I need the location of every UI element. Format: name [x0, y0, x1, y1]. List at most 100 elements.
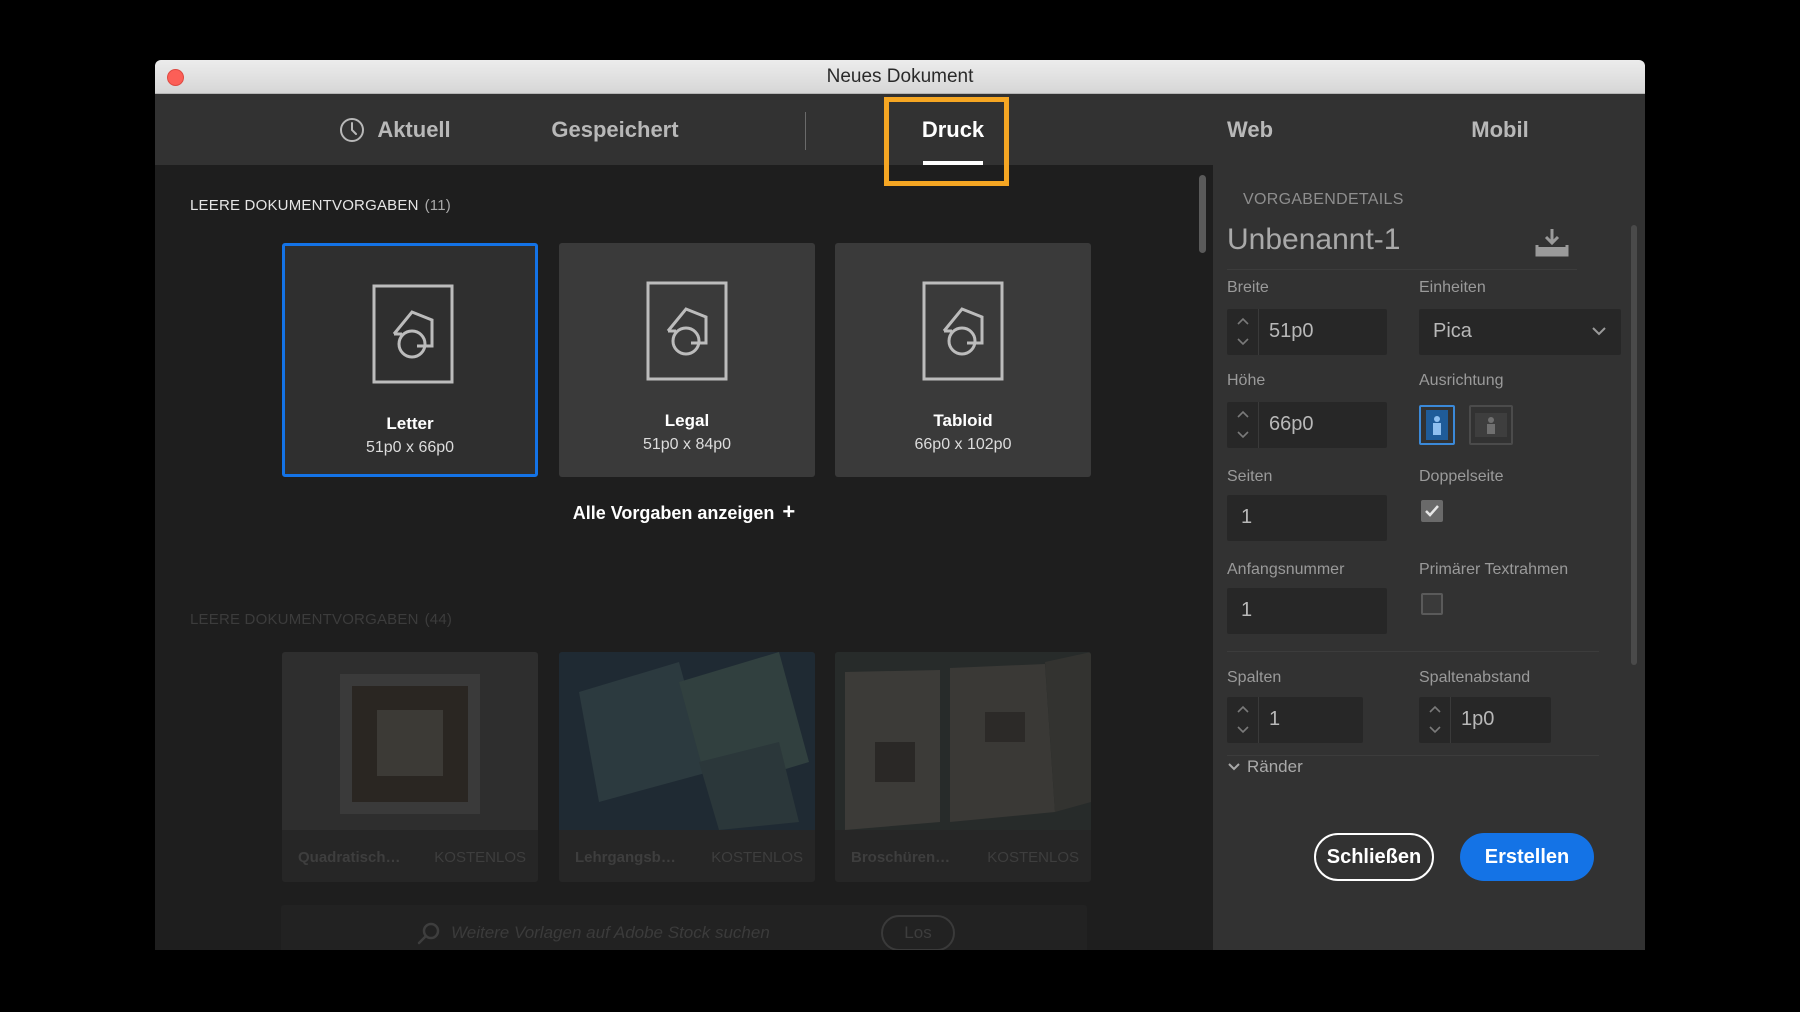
units-value: Pica	[1433, 320, 1472, 342]
clock-icon	[340, 117, 365, 142]
template-name: Broschüren…	[851, 849, 951, 866]
width-label: Breite	[1227, 279, 1269, 296]
template-name: Lehrgangsb…	[575, 849, 676, 866]
landscape-icon	[1475, 413, 1507, 437]
search-icon	[417, 922, 440, 945]
gutter-label: Spaltenabstand	[1419, 669, 1531, 686]
tab-label: Mobil	[1471, 116, 1529, 142]
create-button[interactable]: Erstellen	[1460, 833, 1594, 881]
blank-presets-heading: LEERE DOKUMENTVORGABEN (11)	[190, 197, 451, 214]
title-bar: Neues Dokument	[155, 60, 1645, 94]
orientation-landscape-button[interactable]	[1469, 405, 1513, 445]
details-scrollbar[interactable]	[1631, 225, 1637, 665]
margins-section-toggle[interactable]: Ränder	[1227, 757, 1303, 777]
tab-divider	[805, 112, 806, 150]
show-all-presets-link[interactable]: Alle Vorgaben anzeigen +	[155, 499, 1213, 525]
template-price: KOSTENLOS	[434, 849, 526, 866]
facing-pages-checkbox[interactable]	[1421, 500, 1443, 522]
tab-label: Aktuell	[377, 116, 451, 142]
template-card[interactable]: Broschüren… KOSTENLOS	[835, 652, 1091, 882]
chevron-down-icon[interactable]	[1237, 338, 1249, 346]
start-number-label: Anfangsnummer	[1227, 561, 1345, 578]
columns-label: Spalten	[1227, 669, 1282, 686]
start-number-field[interactable]: 1	[1227, 588, 1387, 634]
save-preset-icon[interactable]	[1535, 227, 1569, 257]
chevron-down-icon	[1228, 763, 1240, 771]
template-thumbnail	[559, 652, 815, 830]
margins-label: Ränder	[1247, 757, 1303, 776]
preset-tabloid[interactable]: Tabloid 66p0 x 102p0	[835, 243, 1091, 477]
template-thumbnail	[282, 652, 538, 830]
height-field[interactable]: 66p0	[1227, 402, 1387, 448]
preset-count: (11)	[424, 197, 451, 214]
gutter-value: 1p0	[1461, 708, 1495, 730]
presets-scrollbar[interactable]	[1199, 175, 1206, 253]
width-field[interactable]: 51p0	[1227, 309, 1387, 355]
preset-details-panel: VORGABENDETAILS Breite 51p0 Einheiten Pi…	[1213, 165, 1645, 950]
pages-label: Seiten	[1227, 468, 1273, 485]
tab-label: Web	[1226, 116, 1274, 142]
section-divider	[1227, 755, 1599, 756]
chevron-down-icon[interactable]	[1429, 726, 1441, 734]
tab-aktuell[interactable]: Aktuell	[295, 94, 495, 165]
facing-pages-label: Doppelseite	[1419, 468, 1504, 485]
template-card[interactable]: Quadratisch… KOSTENLOS	[282, 652, 538, 882]
name-underline	[1227, 269, 1577, 270]
chevron-up-icon[interactable]	[1237, 317, 1249, 325]
document-icon	[922, 281, 1004, 381]
document-icon	[372, 284, 454, 384]
gutter-stepper[interactable]	[1419, 697, 1451, 743]
columns-stepper[interactable]	[1227, 697, 1259, 743]
close-button[interactable]: Schließen	[1314, 833, 1434, 881]
chevron-down-icon[interactable]	[1237, 431, 1249, 439]
stock-search-bar: Los	[281, 905, 1087, 950]
width-stepper[interactable]	[1227, 309, 1259, 355]
preset-letter[interactable]: Letter 51p0 x 66p0	[282, 243, 538, 477]
template-thumbnail	[835, 652, 1091, 830]
search-go-button[interactable]: Los	[881, 915, 955, 950]
plus-icon: +	[782, 499, 796, 524]
window-title: Neues Dokument	[826, 66, 974, 87]
stock-search-input[interactable]	[451, 919, 841, 947]
show-all-label: Alle Vorgaben anzeigen	[572, 503, 775, 523]
columns-field[interactable]: 1	[1227, 697, 1363, 743]
orientation-label: Ausrichtung	[1419, 372, 1504, 389]
tab-web[interactable]: Web	[1180, 94, 1320, 165]
preset-name: Tabloid	[933, 411, 993, 430]
start-number-value: 1	[1241, 599, 1253, 621]
chevron-up-icon[interactable]	[1237, 410, 1249, 418]
height-value: 66p0	[1269, 413, 1314, 435]
template-count: (44)	[424, 611, 453, 628]
gutter-field[interactable]: 1p0	[1419, 697, 1551, 743]
chevron-up-icon[interactable]	[1237, 705, 1249, 713]
heading-text: LEERE DOKUMENTVORGABEN	[190, 611, 419, 628]
preset-name: Letter	[386, 414, 434, 433]
template-name: Quadratisch…	[298, 849, 401, 866]
primary-text-frame-label: Primärer Textrahmen	[1419, 561, 1569, 578]
template-price: KOSTENLOS	[987, 849, 1079, 866]
preset-legal[interactable]: Legal 51p0 x 84p0	[559, 243, 815, 477]
document-name-input[interactable]	[1227, 223, 1527, 257]
templates-heading: LEERE DOKUMENTVORGABEN (44)	[190, 611, 452, 628]
pages-field[interactable]: 1	[1227, 495, 1387, 541]
new-document-dialog: Neues Dokument Aktuell Gespeichert Druck…	[155, 60, 1645, 950]
chevron-down-icon	[1592, 327, 1606, 336]
columns-value: 1	[1269, 708, 1281, 730]
chevron-down-icon[interactable]	[1237, 726, 1249, 734]
document-icon	[646, 281, 728, 381]
heading-text: LEERE DOKUMENTVORGABEN	[190, 197, 419, 214]
tab-mobil[interactable]: Mobil	[1430, 94, 1570, 165]
presets-panel: LEERE DOKUMENTVORGABEN (11) Letter 51p0 x…	[155, 165, 1213, 950]
orientation-portrait-button[interactable]	[1419, 405, 1455, 445]
chevron-up-icon[interactable]	[1429, 705, 1441, 713]
height-label: Höhe	[1227, 372, 1266, 389]
height-stepper[interactable]	[1227, 402, 1259, 448]
template-card[interactable]: Lehrgangsb… KOSTENLOS	[559, 652, 815, 882]
template-price: KOSTENLOS	[711, 849, 803, 866]
units-label: Einheiten	[1419, 279, 1486, 296]
units-select[interactable]: Pica	[1419, 309, 1621, 355]
tab-gespeichert[interactable]: Gespeichert	[515, 94, 715, 165]
tab-label: Gespeichert	[551, 116, 679, 142]
width-value: 51p0	[1269, 320, 1314, 342]
primary-text-frame-checkbox[interactable]	[1421, 593, 1443, 615]
